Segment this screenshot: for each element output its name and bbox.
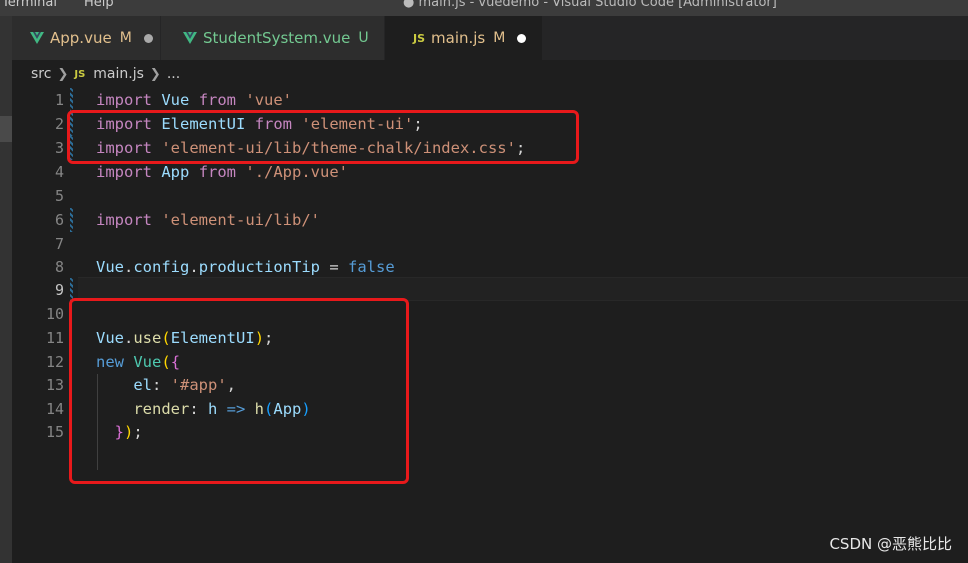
code-token: )	[254, 329, 265, 347]
code-token: (	[264, 400, 274, 418]
code-token: productionTip	[198, 258, 321, 276]
code-token: './App.vue'	[245, 163, 349, 181]
breadcrumb-folder[interactable]: src	[31, 66, 51, 82]
code-token: Vue	[96, 258, 124, 276]
code-token: )	[301, 400, 311, 418]
git-status-badge: U	[358, 30, 369, 46]
code-line: import 'element-ui/lib/theme-chalk/index…	[12, 136, 968, 160]
code-token: =	[320, 258, 349, 276]
code-line: });	[12, 420, 968, 444]
watermark: CSDN @恶熊比比	[829, 535, 952, 553]
code-token: =>	[217, 400, 255, 418]
line-number: 10	[45, 305, 64, 323]
code-line: Vue.use(ElementUI);	[12, 326, 968, 350]
code-token: App	[273, 400, 302, 418]
code-line: import ElementUI from 'element-ui';	[12, 112, 968, 136]
window-title: ● main.js - vuedemo - Visual Studio Code…	[403, 0, 777, 10]
chevron-right-icon: ❯	[57, 66, 69, 82]
activity-bar-active-marker[interactable]	[0, 116, 12, 142]
js-icon: JS	[74, 68, 86, 80]
code-token: )	[124, 423, 134, 441]
code-token: render	[133, 400, 190, 418]
code-line: import Vue from 'vue'	[12, 88, 968, 112]
vue-icon	[30, 32, 44, 44]
code-token: {	[170, 353, 181, 371]
code-editor[interactable]: 1 2 3 4 5 6 7 8 9 10 11 12 13 14 15 impo…	[12, 88, 968, 563]
code-token: ;	[264, 329, 274, 347]
git-status-badge: M	[119, 30, 132, 46]
code-token: config	[133, 258, 190, 276]
code-token: App	[161, 163, 190, 181]
menu-help[interactable]: Help	[84, 0, 114, 10]
code-line: new Vue({	[12, 350, 968, 374]
code-token: h	[208, 400, 218, 418]
tab-app-vue[interactable]: App.vue M	[12, 16, 161, 60]
code-token: .	[189, 258, 199, 276]
git-status-badge: M	[493, 30, 506, 46]
breadcrumb-symbols[interactable]: ...	[167, 66, 180, 82]
code-token: 'vue'	[245, 91, 293, 109]
line-number: 7	[54, 235, 64, 253]
code-token: .	[124, 258, 134, 276]
menu-terminal[interactable]: Terminal	[2, 0, 57, 10]
chevron-right-icon: ❯	[149, 66, 161, 82]
code-token: 'element-ui/lib/'	[161, 211, 320, 229]
breadcrumb: src ❯ JS main.js ❯ ...	[12, 60, 968, 88]
code-token: :	[189, 400, 208, 418]
code-token: import	[96, 211, 152, 229]
code-token: ;	[133, 423, 143, 441]
js-icon: JS	[413, 31, 426, 45]
code-token: h	[254, 400, 265, 418]
tab-label: App.vue	[50, 29, 112, 47]
code-token: ElementUI	[161, 115, 246, 133]
unsaved-dot-icon[interactable]	[517, 33, 527, 43]
breadcrumb-file[interactable]: main.js	[93, 66, 144, 82]
line-number: 5	[54, 187, 64, 205]
code-token: import	[96, 115, 152, 133]
title-bar: Terminal Help ● main.js - vuedemo - Visu…	[0, 0, 968, 16]
code-token: (	[161, 329, 171, 347]
code-token: import	[96, 163, 152, 181]
tab-label: StudentSystem.vue	[203, 29, 351, 47]
code-line: import App from './App.vue'	[12, 160, 968, 184]
code-token: el	[133, 376, 152, 394]
code-token: from	[198, 91, 237, 109]
code-token: import	[96, 139, 152, 157]
code-token: new	[96, 353, 124, 371]
activity-bar	[0, 16, 12, 563]
code-token: (	[161, 353, 171, 371]
vue-icon	[183, 32, 197, 44]
code-line: el: '#app',	[12, 373, 968, 397]
code-token: from	[254, 115, 293, 133]
line-number: 9	[54, 281, 64, 299]
code-token: }	[114, 423, 125, 441]
tab-studentsystem-vue[interactable]: StudentSystem.vue U	[161, 16, 385, 60]
code-token: 'element-ui/lib/theme-chalk/index.css'	[161, 139, 516, 157]
tab-main-js[interactable]: JS main.js M	[385, 16, 543, 60]
code-token: ;	[515, 139, 526, 157]
code-token: '#app'	[170, 376, 227, 394]
code-token: import	[96, 91, 152, 109]
code-token: false	[348, 258, 395, 276]
code-token: Vue	[133, 353, 162, 371]
code-token: :	[152, 376, 171, 394]
code-token: Vue	[161, 91, 190, 109]
code-token: ,	[226, 376, 237, 394]
code-token: .	[124, 329, 134, 347]
code-line: import 'element-ui/lib/'	[12, 208, 968, 232]
unsaved-dot-icon[interactable]	[143, 33, 153, 43]
code-line: render: h => h(App)	[12, 397, 968, 421]
code-token: ;	[413, 115, 423, 133]
tab-label: main.js	[431, 29, 486, 47]
code-token: Vue	[96, 329, 124, 347]
editor-tab-bar: App.vue M StudentSystem.vue U JS main.js…	[12, 16, 968, 60]
code-token: ElementUI	[170, 329, 255, 347]
code-line: Vue.config.productionTip = false	[12, 255, 968, 279]
code-token: use	[133, 329, 162, 347]
code-token: from	[198, 163, 237, 181]
code-token: 'element-ui'	[301, 115, 414, 133]
gutter-change-marker[interactable]	[70, 278, 73, 302]
